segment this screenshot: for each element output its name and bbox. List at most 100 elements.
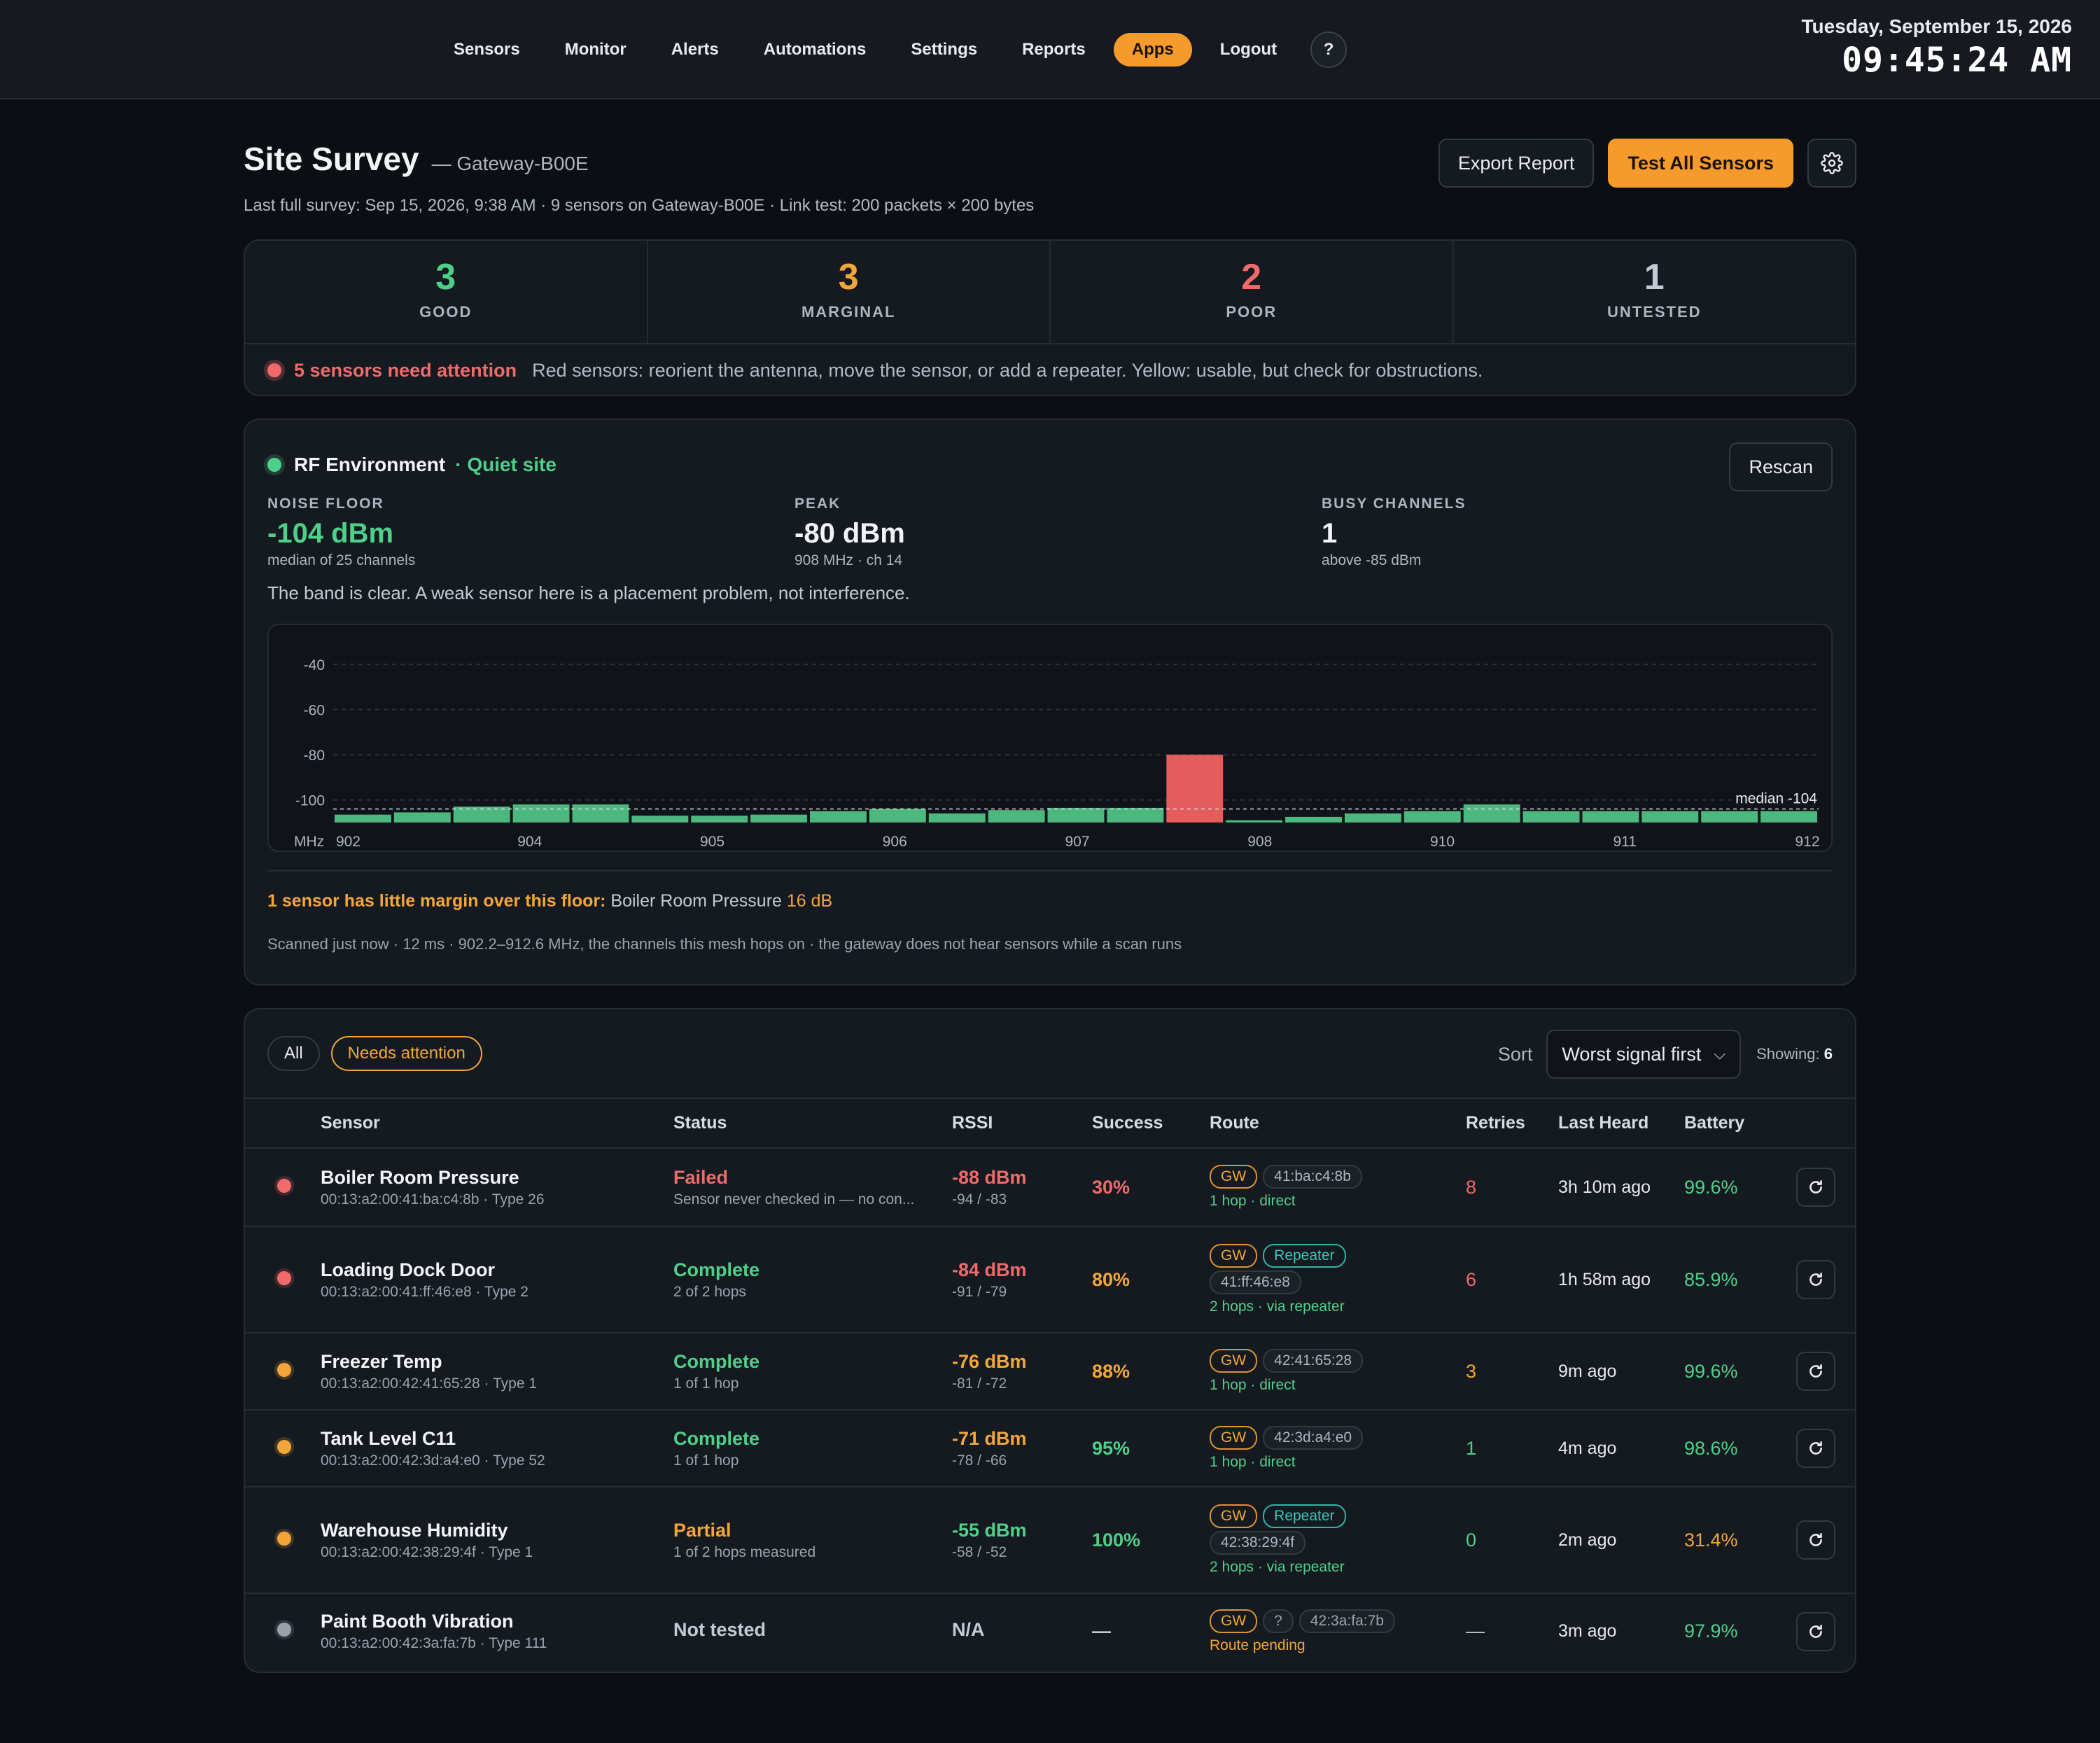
sensor-cell: Warehouse Humidity 00:13:a2:00:42:38:29:… bbox=[321, 1487, 673, 1594]
status-detail: 1 of 1 hop bbox=[673, 1375, 739, 1392]
stat-good[interactable]: 3 GOOD bbox=[245, 241, 648, 343]
col-rssi[interactable]: RSSI bbox=[952, 1099, 1092, 1149]
stat-poor[interactable]: 2 POOR bbox=[1051, 241, 1454, 343]
success-rate: 100% bbox=[1092, 1529, 1141, 1550]
last-heard-value: 3h 10m ago bbox=[1558, 1177, 1651, 1197]
attention-title: 5 sensors need attention bbox=[294, 359, 517, 381]
metric-value: -104 dBm bbox=[267, 518, 394, 549]
col-route[interactable]: Route bbox=[1210, 1099, 1466, 1149]
sensor-name[interactable]: Boiler Room Pressure bbox=[321, 1167, 673, 1189]
success-cell: 100% bbox=[1092, 1487, 1210, 1594]
metric-noise-floor: NOISE FLOOR -104 dBm median of 25 channe… bbox=[267, 496, 415, 569]
route-note: 1 hop · direct bbox=[1210, 1193, 1296, 1209]
last-heard-value: 4m ago bbox=[1558, 1438, 1617, 1458]
nav-sensors[interactable]: Sensors bbox=[437, 33, 537, 66]
last-heard-cell: 9m ago bbox=[1558, 1333, 1684, 1410]
filter-all[interactable]: All bbox=[267, 1036, 320, 1071]
route-mac-badge: 42:38:29:4f bbox=[1210, 1531, 1306, 1555]
battery-cell: 31.4% bbox=[1684, 1487, 1796, 1594]
stat-good-value: 3 bbox=[435, 257, 456, 298]
retest-button[interactable] bbox=[1796, 1168, 1835, 1207]
spectrum-bar bbox=[988, 810, 1045, 822]
retries-value: 1 bbox=[1466, 1437, 1477, 1459]
test-all-sensors-button[interactable]: Test All Sensors bbox=[1608, 139, 1793, 188]
success-cell: 30% bbox=[1092, 1148, 1210, 1227]
signal-dot-icon bbox=[277, 1531, 291, 1546]
table-header-row: Sensor Status RSSI Success Route Retries… bbox=[245, 1099, 1855, 1149]
rescan-button[interactable]: Rescan bbox=[1729, 442, 1833, 491]
col-status[interactable]: Status bbox=[673, 1099, 952, 1149]
table-row[interactable]: Warehouse Humidity 00:13:a2:00:42:38:29:… bbox=[245, 1487, 1855, 1594]
table-row[interactable]: Boiler Room Pressure 00:13:a2:00:41:ba:c… bbox=[245, 1148, 1855, 1227]
nav-monitor[interactable]: Monitor bbox=[548, 33, 643, 66]
y-tick-label: -40 bbox=[304, 657, 325, 673]
rssi-cell: -76 dBm -81 / -72 bbox=[952, 1333, 1092, 1410]
spectrum-bar bbox=[810, 811, 867, 822]
last-heard-cell: 3m ago bbox=[1558, 1593, 1684, 1669]
table-row[interactable]: Freezer Temp 00:13:a2:00:42:41:65:28 · T… bbox=[245, 1333, 1855, 1410]
battery-cell: 99.6% bbox=[1684, 1333, 1796, 1410]
success-cell: — bbox=[1092, 1593, 1210, 1669]
stat-untested[interactable]: 1 UNTESTED bbox=[1454, 241, 1856, 343]
rssi-cell: -71 dBm -78 / -66 bbox=[952, 1410, 1092, 1488]
nav-alerts[interactable]: Alerts bbox=[654, 33, 736, 66]
route-note: 2 hops · via repeater bbox=[1210, 1298, 1345, 1315]
col-retries[interactable]: Retries bbox=[1466, 1099, 1558, 1149]
table-row[interactable]: Paint Booth Vibration 00:13:a2:00:42:3a:… bbox=[245, 1593, 1855, 1669]
sensor-cell: Freezer Temp 00:13:a2:00:42:41:65:28 · T… bbox=[321, 1333, 673, 1410]
route-badges: GW? 42:3a:fa:7b bbox=[1210, 1609, 1466, 1636]
spectrum-bar bbox=[1285, 816, 1342, 822]
filter-needs-attention[interactable]: Needs attention bbox=[330, 1036, 482, 1071]
metric-label: BUSY CHANNELS bbox=[1322, 496, 1466, 512]
sensor-name[interactable]: Paint Booth Vibration bbox=[321, 1611, 673, 1632]
rssi-cell: N/A bbox=[952, 1593, 1092, 1669]
settings-button[interactable] bbox=[1807, 139, 1856, 188]
stat-marginal-label: MARGINAL bbox=[801, 303, 896, 321]
col-success[interactable]: Success bbox=[1092, 1099, 1210, 1149]
stat-marginal[interactable]: 3 MARGINAL bbox=[648, 241, 1051, 343]
last-heard-cell: 1h 58m ago bbox=[1558, 1226, 1684, 1334]
spectrum-bar bbox=[1463, 804, 1520, 822]
route-gateway-badge: GW bbox=[1210, 1244, 1258, 1268]
refresh-icon bbox=[1809, 1533, 1822, 1546]
sensor-name[interactable]: Loading Dock Door bbox=[321, 1259, 673, 1281]
spectrum-bar bbox=[1582, 811, 1639, 822]
retest-button[interactable] bbox=[1796, 1520, 1835, 1560]
route-gateway-badge: GW bbox=[1210, 1609, 1258, 1633]
nav-settings[interactable]: Settings bbox=[894, 33, 994, 66]
nav-reports[interactable]: Reports bbox=[1005, 33, 1102, 66]
col-sensor[interactable]: Sensor bbox=[321, 1099, 673, 1149]
table-row[interactable]: Loading Dock Door 00:13:a2:00:41:ff:46:e… bbox=[245, 1226, 1855, 1334]
metric-peak: PEAK -80 dBm 908 MHz · ch 14 bbox=[794, 496, 905, 569]
retest-button[interactable] bbox=[1796, 1260, 1835, 1299]
sensor-name[interactable]: Tank Level C11 bbox=[321, 1428, 673, 1450]
metric-note: median of 25 channels bbox=[267, 552, 416, 568]
route-cell: GW Repeater 41:ff:46:e8 2 hops · via repea… bbox=[1210, 1226, 1466, 1334]
retest-button[interactable] bbox=[1796, 1611, 1835, 1651]
sort-select[interactable]: Worst signal first ⌵ bbox=[1546, 1030, 1742, 1079]
rssi-value: -55 dBm bbox=[952, 1519, 1027, 1541]
status-detail: Sensor never checked in — no con... bbox=[673, 1191, 915, 1208]
status-detail: 1 of 1 hop bbox=[673, 1452, 739, 1469]
col-battery[interactable]: Battery bbox=[1684, 1099, 1796, 1149]
sensor-name[interactable]: Warehouse Humidity bbox=[321, 1520, 673, 1541]
nav-apps[interactable]: Apps bbox=[1113, 33, 1192, 66]
retest-button[interactable] bbox=[1796, 1352, 1835, 1391]
sensor-name[interactable]: Freezer Temp bbox=[321, 1351, 673, 1373]
rssi-range: -78 / -66 bbox=[952, 1452, 1007, 1469]
route-gateway-badge: GW bbox=[1210, 1165, 1258, 1189]
col-last-heard[interactable]: Last Heard bbox=[1558, 1099, 1684, 1149]
table-row[interactable]: Tank Level C11 00:13:a2:00:42:3d:a4:e0 ·… bbox=[245, 1410, 1855, 1488]
sensor-table-card: All Needs attention Sort Worst signal fi… bbox=[244, 1008, 1856, 1673]
survey-summary-card: 3 GOOD 3 MARGINAL 2 POOR 1 UNTESTED 5 se… bbox=[244, 239, 1856, 396]
top-navigation-bar: Sensors Monitor Alerts Automations Setti… bbox=[0, 0, 2100, 99]
nav-logout[interactable]: Logout bbox=[1203, 33, 1294, 66]
gateway-subtitle: — Gateway-B00E bbox=[431, 153, 589, 174]
help-button[interactable]: ? bbox=[1310, 31, 1348, 68]
metric-busy-channels: BUSY CHANNELS 1 above -85 dBm bbox=[1322, 496, 1466, 569]
page-header: Site Survey — Gateway-B00E Last full sur… bbox=[244, 139, 1856, 238]
export-report-button[interactable]: Export Report bbox=[1438, 139, 1595, 188]
nav-automations[interactable]: Automations bbox=[747, 33, 883, 66]
status-dot-cell bbox=[245, 1410, 321, 1488]
retest-button[interactable] bbox=[1796, 1429, 1835, 1468]
